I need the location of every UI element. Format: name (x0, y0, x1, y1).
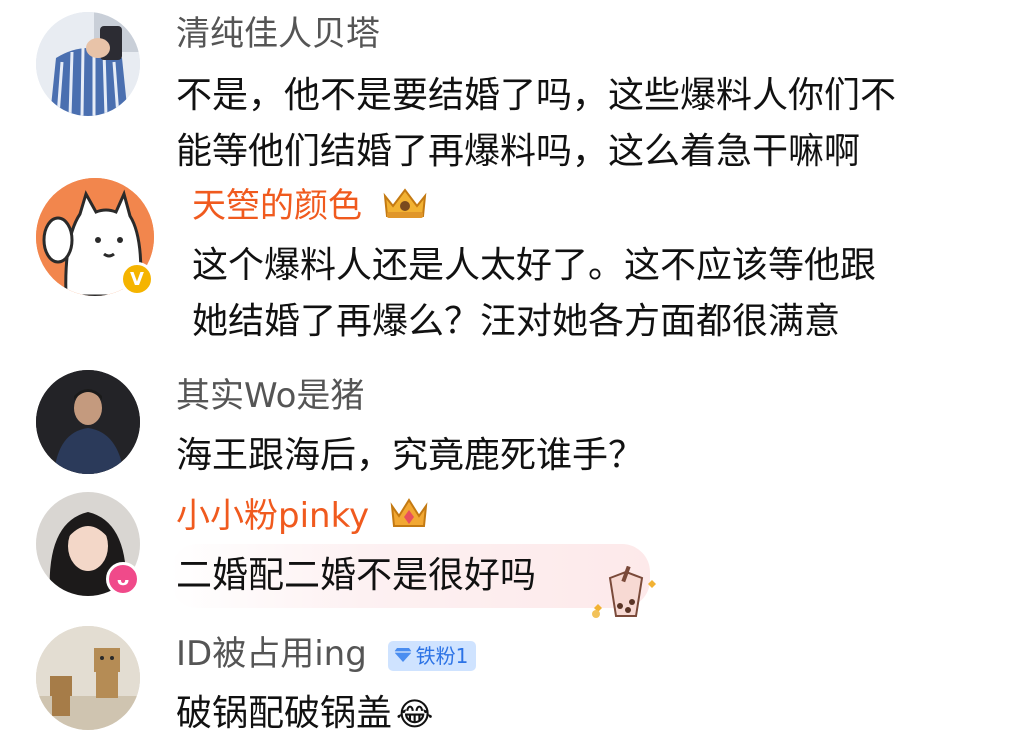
comment-text: 破锅配破锅盖 😂 (176, 686, 433, 742)
bubble-tea-icon (586, 565, 662, 618)
pink-rabbit-icon: ᴗ (106, 562, 140, 596)
username[interactable]: 天箜的颜色 (192, 186, 429, 229)
username-label[interactable]: 清纯佳人贝塔 (176, 14, 380, 54)
crown-icon (388, 496, 430, 539)
username-label[interactable]: 小小粉pinky (176, 496, 369, 536)
comment-line: 破锅配破锅盖 (176, 693, 393, 734)
fan-badge-label: 铁粉1 (415, 643, 469, 668)
comment-text: 这个爆料人还是人太好了。这不应该等他跟 她结婚了再爆么？汪对她各方面都很满意 (192, 238, 876, 350)
diamond-icon (393, 641, 412, 671)
crown-icon (381, 186, 429, 229)
comment-text: 海王跟海后，究竟鹿死谁手？ (176, 428, 644, 484)
username-label[interactable]: 天箜的颜色 (192, 186, 362, 226)
avatar[interactable] (36, 626, 140, 730)
username-label[interactable]: 其实Wo是猪 (176, 376, 364, 416)
comment-line: 能等他们结婚了再爆料吗，这么着急干嘛啊 (176, 131, 861, 172)
avatar[interactable] (36, 370, 140, 474)
comment-line: 她结婚了再爆么？汪对她各方面都很满意 (192, 301, 841, 342)
comment-line: 海王跟海后，究竟鹿死谁手？ (176, 435, 645, 476)
fan-badge: 铁粉1 (387, 640, 477, 671)
username[interactable]: 清纯佳人贝塔 (176, 14, 380, 54)
username[interactable]: ID被占用ing 铁粉1 (176, 634, 477, 674)
username[interactable]: 其实Wo是猪 (176, 376, 364, 416)
verified-v-icon: V (120, 262, 154, 296)
comment-text: 不是，他不是要结婚了吗，这些爆料人你们不 能等他们结婚了再爆料吗，这么着急干嘛啊 (176, 68, 896, 180)
comment-line: 这个爆料人还是人太好了。这不应该等他跟 (192, 245, 877, 286)
username-label[interactable]: ID被占用ing (176, 634, 367, 674)
comment-text: 二婚配二婚不是很好吗 (176, 548, 536, 604)
comment-line: 二婚配二婚不是很好吗 (176, 555, 537, 596)
avatar[interactable] (36, 12, 140, 116)
comment-line: 不是，他不是要结婚了吗，这些爆料人你们不 (176, 75, 897, 116)
username[interactable]: 小小粉pinky (176, 496, 430, 539)
laughing-emoji-icon: 😂 (396, 695, 434, 733)
